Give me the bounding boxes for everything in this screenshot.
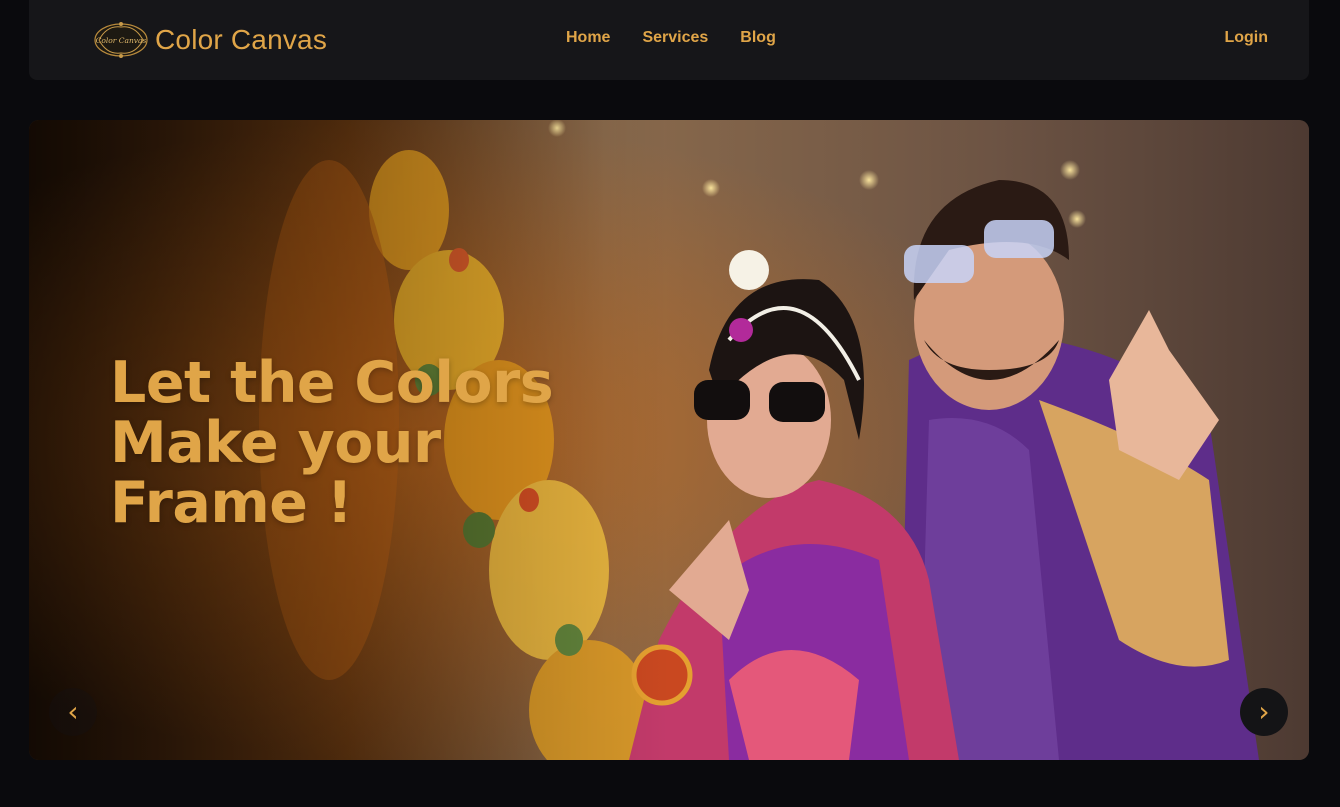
brand-logo-text: Color Canvas xyxy=(96,36,147,45)
brand-name[interactable]: Color Canvas xyxy=(155,24,327,56)
nav-services-link[interactable]: Services xyxy=(642,29,708,47)
navbar: Color Canvas Color Canvas Home Services … xyxy=(29,0,1309,80)
nav-home-link[interactable]: Home xyxy=(566,29,610,47)
headline-line-2: Make your xyxy=(110,410,441,476)
main-nav: Home Services Blog xyxy=(566,29,776,47)
brand[interactable]: Color Canvas Color Canvas xyxy=(93,16,327,64)
carousel-prev-button[interactable]: ‹ xyxy=(49,688,97,736)
hero-headline: Let the Colors Make your Frame ! xyxy=(110,353,580,533)
chevron-right-icon: › xyxy=(1258,695,1270,728)
carousel-next-button[interactable]: › xyxy=(1240,688,1288,736)
headline-line-1: Let the Colors xyxy=(110,350,554,416)
login-link[interactable]: Login xyxy=(1224,29,1268,47)
headline-line-3: Frame ! xyxy=(110,470,353,536)
hero-carousel: Let the Colors Make your Frame ! ‹ › xyxy=(29,120,1309,760)
chevron-left-icon: ‹ xyxy=(67,695,79,728)
brand-logo[interactable]: Color Canvas xyxy=(93,19,149,61)
nav-blog-link[interactable]: Blog xyxy=(740,29,776,47)
